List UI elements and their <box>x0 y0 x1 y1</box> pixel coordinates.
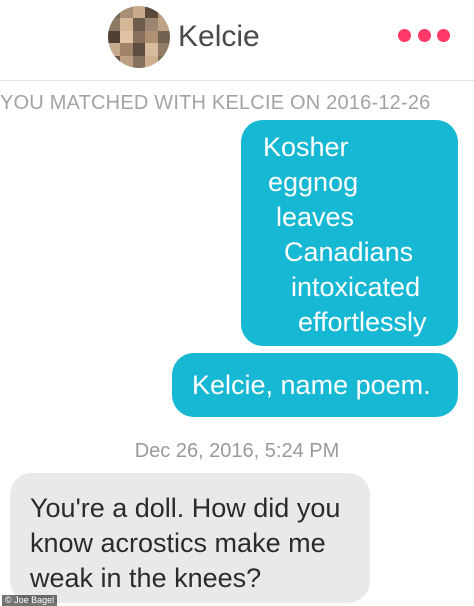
message-timestamp: Dec 26, 2016, 5:24 PM <box>134 440 340 462</box>
outgoing-message-bubble: Kelcie, name poem. <box>172 353 458 417</box>
outgoing-message-bubble: Kosher eggnog leaves Canadians intoxicat… <box>241 120 458 346</box>
contact-name[interactable]: Kelcie <box>178 20 260 54</box>
incoming-message-bubble: You're a doll. How did you know acrostic… <box>10 473 370 603</box>
dot <box>437 28 450 42</box>
dot <box>398 28 411 42</box>
avatar[interactable] <box>108 6 170 68</box>
dot <box>417 28 431 42</box>
poem-line: eggnog <box>268 167 359 197</box>
poem-line: effortlessly <box>298 307 427 337</box>
poem-line: Kosher <box>263 132 349 162</box>
photo-credit: © Joe Bagel <box>2 595 58 606</box>
match-notice: YOU MATCHED WITH KELCIE ON 2016-12-26 <box>0 92 431 114</box>
three-dots-icon[interactable] <box>398 28 450 42</box>
chat-header: Kelcie <box>0 0 474 81</box>
poem-line: intoxicated <box>291 272 421 302</box>
poem-line: leaves <box>276 202 355 232</box>
poem-line: Canadians <box>284 237 414 267</box>
